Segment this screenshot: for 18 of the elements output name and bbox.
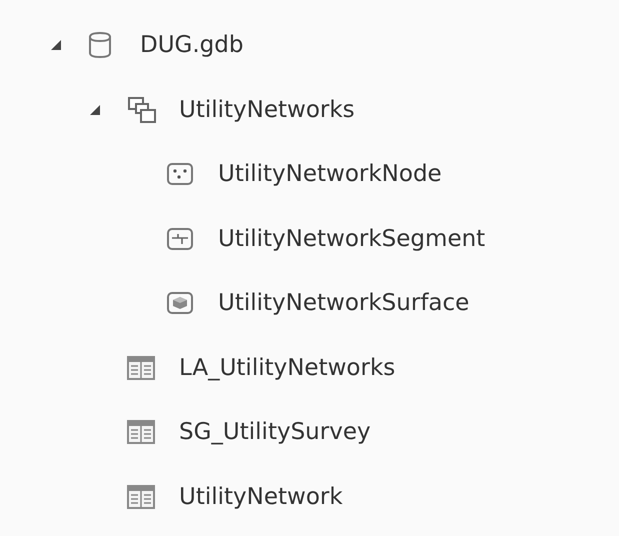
- tree-item-label[interactable]: UtilityNetworkSurface: [218, 290, 470, 316]
- tree-item-label[interactable]: DUG.gdb: [140, 32, 244, 58]
- line-segment-icon: [166, 226, 194, 251]
- tree-item-label[interactable]: UtilityNetworkSegment: [218, 226, 486, 252]
- cube-icon: [166, 291, 194, 316]
- expand-icon[interactable]: [89, 104, 101, 116]
- points-icon: [166, 162, 194, 186]
- tree-item-label[interactable]: SG_UtilitySurvey: [179, 419, 371, 446]
- cylinder-icon: [88, 31, 112, 60]
- table-icon: [127, 356, 155, 380]
- tree-item-label[interactable]: UtilityNetwork: [179, 484, 343, 510]
- expand-icon[interactable]: [50, 39, 62, 52]
- tree-item-label[interactable]: LA_UtilityNetworks: [179, 354, 396, 381]
- overlapping-squares-icon: [127, 96, 157, 124]
- table-icon: [127, 484, 155, 509]
- table-icon: [127, 420, 155, 444]
- tree-item-label[interactable]: UtilityNetworkNode: [218, 161, 442, 188]
- tree-item-label[interactable]: UtilityNetworks: [179, 96, 355, 123]
